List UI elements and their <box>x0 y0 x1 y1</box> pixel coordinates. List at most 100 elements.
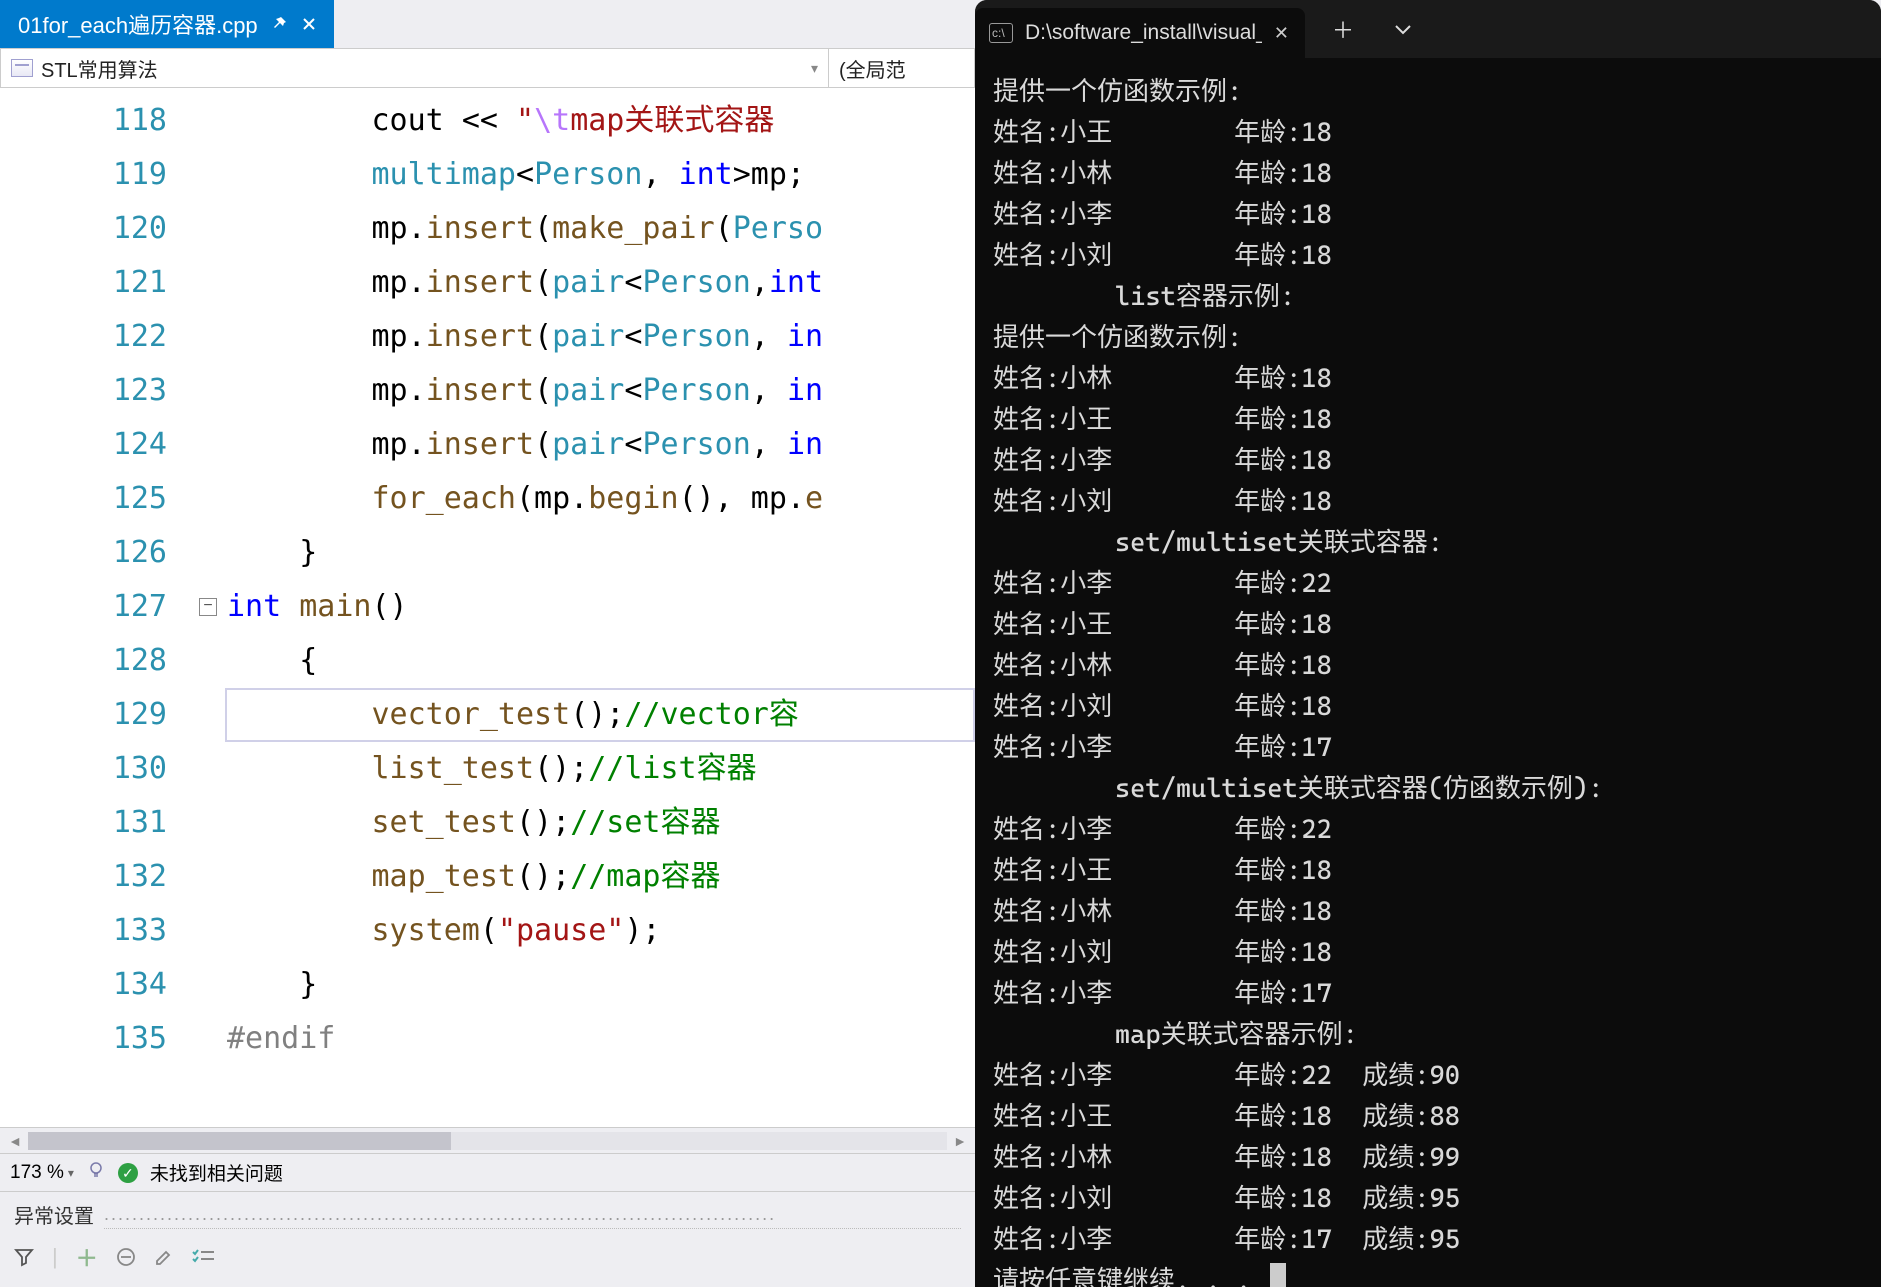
filter-icon[interactable] <box>14 1247 34 1267</box>
terminal-line: 姓名:小李 年龄:17 <box>993 974 1863 1015</box>
code-line[interactable]: map_test();//map容器 <box>225 850 975 904</box>
exception-settings-panel: 异常设置 | ＋ <box>0 1191 975 1287</box>
code-area[interactable]: cout << "\tmap关联式容器 multimap<Person, int… <box>225 88 975 1127</box>
line-number: 135 <box>0 1012 167 1066</box>
line-number: 133 <box>0 904 167 958</box>
zoom-control[interactable]: 173 % ▾ <box>10 1162 74 1184</box>
separator: | <box>52 1244 58 1270</box>
cursor <box>1270 1263 1286 1287</box>
terminal-line: 姓名:小刘 年龄:18 成绩:95 <box>993 1179 1863 1220</box>
scroll-right-icon[interactable]: ► <box>951 1133 969 1149</box>
line-number: 125 <box>0 472 167 526</box>
code-line[interactable]: list_test();//list容器 <box>225 742 975 796</box>
terminal-line: 姓名:小林 年龄:18 <box>993 154 1863 195</box>
terminal-line: 姓名:小李 年龄:17 <box>993 728 1863 769</box>
terminal-line: set/multiset关联式容器(仿函数示例): <box>993 769 1863 810</box>
code-line[interactable]: multimap<Person, int>mp; <box>225 148 975 202</box>
terminal-actions: ＋ <box>1317 9 1429 49</box>
cmd-icon: c:\ <box>989 23 1013 43</box>
fold-toggle-icon[interactable]: − <box>199 598 217 616</box>
namespace-icon <box>11 59 33 77</box>
terminal-line: 姓名:小李 年龄:22 <box>993 810 1863 851</box>
terminal-line: 姓名:小林 年龄:18 成绩:99 <box>993 1138 1863 1179</box>
code-line[interactable]: int main() <box>225 580 975 634</box>
code-line[interactable]: #endif <box>225 1012 975 1066</box>
code-line[interactable]: mp.insert(pair<Person, in <box>225 418 975 472</box>
scroll-left-icon[interactable]: ◄ <box>6 1133 24 1149</box>
terminal-line: 姓名:小刘 年龄:18 <box>993 482 1863 523</box>
line-number: 132 <box>0 850 167 904</box>
line-number: 131 <box>0 796 167 850</box>
code-line[interactable]: } <box>225 958 975 1012</box>
close-icon[interactable] <box>302 17 316 31</box>
line-number: 120 <box>0 202 167 256</box>
editor-status-bar: 173 % ▾ ✓ 未找到相关问题 <box>0 1153 975 1191</box>
terminal-line: 姓名:小王 年龄:18 <box>993 605 1863 646</box>
terminal-line: 请按任意键继续. . . <box>993 1261 1863 1287</box>
checklist-icon[interactable] <box>192 1247 216 1267</box>
code-line[interactable]: mp.insert(pair<Person, in <box>225 364 975 418</box>
editor-tab[interactable]: 01for_each遍历容器.cpp <box>0 0 334 48</box>
scroll-track[interactable] <box>28 1132 947 1150</box>
code-line[interactable]: cout << "\tmap关联式容器 <box>225 94 975 148</box>
line-number: 127 <box>0 580 167 634</box>
code-line[interactable]: system("pause"); <box>225 904 975 958</box>
scope-dropdown[interactable]: STL常用算法 ▾ <box>1 49 829 87</box>
code-line[interactable]: mp.insert(pair<Person, in <box>225 310 975 364</box>
terminal-tab-label: D:\software_install\visual_stu <box>1025 21 1262 45</box>
code-editor[interactable]: 1181191201211221231241251261271281291301… <box>0 88 975 1127</box>
exception-search-input[interactable] <box>104 1201 961 1229</box>
terminal-line: 姓名:小李 年龄:17 成绩:95 <box>993 1220 1863 1261</box>
exception-toolbar: | ＋ <box>14 1241 961 1273</box>
terminal-line: list容器示例: <box>993 277 1863 318</box>
code-line[interactable]: set_test();//set容器 <box>225 796 975 850</box>
terminal-line: 姓名:小刘 年龄:18 <box>993 687 1863 728</box>
fold-column: − <box>195 88 225 1127</box>
code-line[interactable]: { <box>225 634 975 688</box>
scroll-thumb[interactable] <box>28 1132 451 1150</box>
terminal-tab[interactable]: c:\ D:\software_install\visual_stu ✕ <box>975 8 1305 58</box>
line-number: 128 <box>0 634 167 688</box>
code-line[interactable]: mp.insert(make_pair(Perso <box>225 202 975 256</box>
code-line[interactable]: } <box>225 526 975 580</box>
terminal-line: 姓名:小李 年龄:18 <box>993 195 1863 236</box>
terminal-line: 姓名:小王 年龄:18 <box>993 113 1863 154</box>
chevron-down-icon: ▾ <box>811 60 818 77</box>
terminal-line: 姓名:小李 年龄:22 成绩:90 <box>993 1056 1863 1097</box>
line-number: 122 <box>0 310 167 364</box>
terminal-line: 姓名:小林 年龄:18 <box>993 646 1863 687</box>
close-icon[interactable]: ✕ <box>1274 23 1289 44</box>
zoom-value: 173 % <box>10 1162 64 1184</box>
terminal-output[interactable]: 提供一个仿函数示例:姓名:小王 年龄:18姓名:小林 年龄:18姓名:小李 年龄… <box>975 58 1881 1287</box>
terminal-line: 姓名:小王 年龄:18 <box>993 851 1863 892</box>
terminal-line: 姓名:小王 年龄:18 成绩:88 <box>993 1097 1863 1138</box>
terminal-line: 姓名:小刘 年龄:18 <box>993 236 1863 277</box>
lightbulb-icon[interactable] <box>86 1160 106 1186</box>
terminal-line: map关联式容器示例: <box>993 1015 1863 1056</box>
terminal-line: 姓名:小刘 年龄:18 <box>993 933 1863 974</box>
line-number: 121 <box>0 256 167 310</box>
line-number-gutter: 1181191201211221231241251261271281291301… <box>0 88 195 1127</box>
horizontal-scrollbar[interactable]: ◄ ► <box>0 1127 975 1153</box>
member-dropdown[interactable]: (全局范 <box>829 49 974 87</box>
check-icon: ✓ <box>118 1163 138 1183</box>
new-tab-button[interactable]: ＋ <box>1317 9 1369 49</box>
line-number: 126 <box>0 526 167 580</box>
terminal-line: 姓名:小李 年龄:18 <box>993 441 1863 482</box>
tab-menu-button[interactable] <box>1377 9 1429 49</box>
remove-icon[interactable] <box>116 1247 136 1267</box>
terminal-line: 姓名:小林 年龄:18 <box>993 359 1863 400</box>
add-icon[interactable]: ＋ <box>76 1241 98 1273</box>
edit-icon[interactable] <box>154 1247 174 1267</box>
terminal-line: set/multiset关联式容器: <box>993 523 1863 564</box>
line-number: 134 <box>0 958 167 1012</box>
line-number: 124 <box>0 418 167 472</box>
line-number: 130 <box>0 742 167 796</box>
terminal-titlebar: c:\ D:\software_install\visual_stu ✕ ＋ <box>975 0 1881 58</box>
scope-label: STL常用算法 <box>41 54 158 83</box>
ide-window: 01for_each遍历容器.cpp STL常用算法 ▾ (全局范 118119… <box>0 0 975 1287</box>
pin-icon[interactable] <box>272 16 288 32</box>
terminal-line: 提供一个仿函数示例: <box>993 318 1863 359</box>
code-line[interactable]: mp.insert(pair<Person,int <box>225 256 975 310</box>
code-line[interactable]: for_each(mp.begin(), mp.e <box>225 472 975 526</box>
